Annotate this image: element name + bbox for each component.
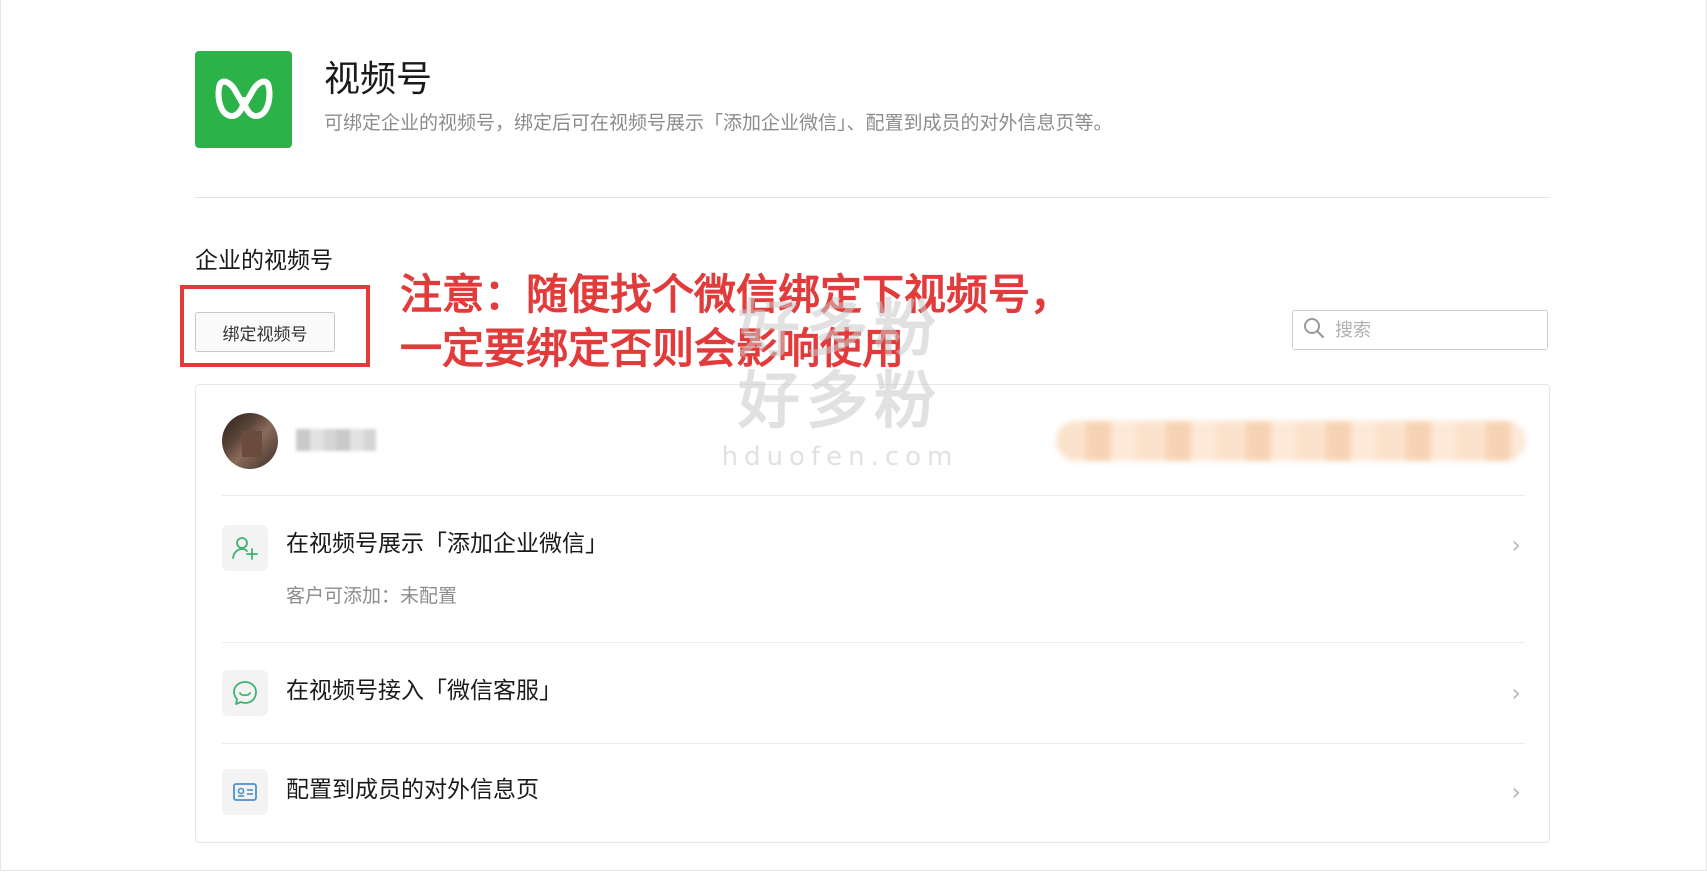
search-input[interactable] bbox=[1333, 318, 1537, 342]
annotation-line-1: 注意：随便找个微信绑定下视频号， bbox=[400, 270, 1073, 319]
avatar bbox=[222, 413, 278, 469]
account-row[interactable] bbox=[196, 385, 1549, 495]
annotation-line-2: 一定要绑定否则会影响使用 bbox=[400, 324, 905, 373]
chevron-right-icon: › bbox=[1511, 778, 1521, 806]
search-icon bbox=[1303, 317, 1325, 343]
annotation-note: 注意：随便找个微信绑定下视频号， 一定要绑定否则会影响使用 bbox=[400, 268, 1072, 376]
customer-service-icon bbox=[222, 670, 268, 716]
row-member-profile[interactable]: 配置到成员的对外信息页 › bbox=[196, 743, 1549, 843]
chevron-right-icon: › bbox=[1511, 531, 1521, 559]
channels-logo-icon bbox=[195, 51, 292, 148]
row-customer-service[interactable]: 在视频号接入「微信客服」 › bbox=[196, 642, 1549, 743]
page-title: 视频号 bbox=[324, 59, 433, 100]
row-add-wecom[interactable]: 在视频号展示「添加企业微信」 客户可添加：未配置 › bbox=[196, 495, 1549, 642]
id-card-icon bbox=[222, 769, 268, 815]
channel-card: 在视频号展示「添加企业微信」 客户可添加：未配置 › 在视频号接入「微信客服」 … bbox=[195, 384, 1550, 843]
row-title: 配置到成员的对外信息页 bbox=[286, 777, 539, 803]
highlight-box bbox=[180, 285, 370, 367]
row-title: 在视频号展示「添加企业微信」 bbox=[286, 531, 608, 557]
search-box[interactable] bbox=[1292, 310, 1548, 350]
account-name-blurred bbox=[296, 429, 376, 451]
section-title: 企业的视频号 bbox=[195, 248, 333, 274]
account-info-blurred bbox=[1056, 421, 1526, 461]
header-divider bbox=[195, 197, 1550, 198]
page-description: 可绑定企业的视频号，绑定后可在视频号展示「添加企业微信」、配置到成员的对外信息页… bbox=[324, 112, 1113, 134]
add-contact-icon bbox=[222, 525, 268, 571]
chevron-right-icon: › bbox=[1511, 679, 1521, 707]
row-subtitle: 客户可添加：未配置 bbox=[286, 585, 458, 607]
row-title: 在视频号接入「微信客服」 bbox=[286, 678, 562, 704]
